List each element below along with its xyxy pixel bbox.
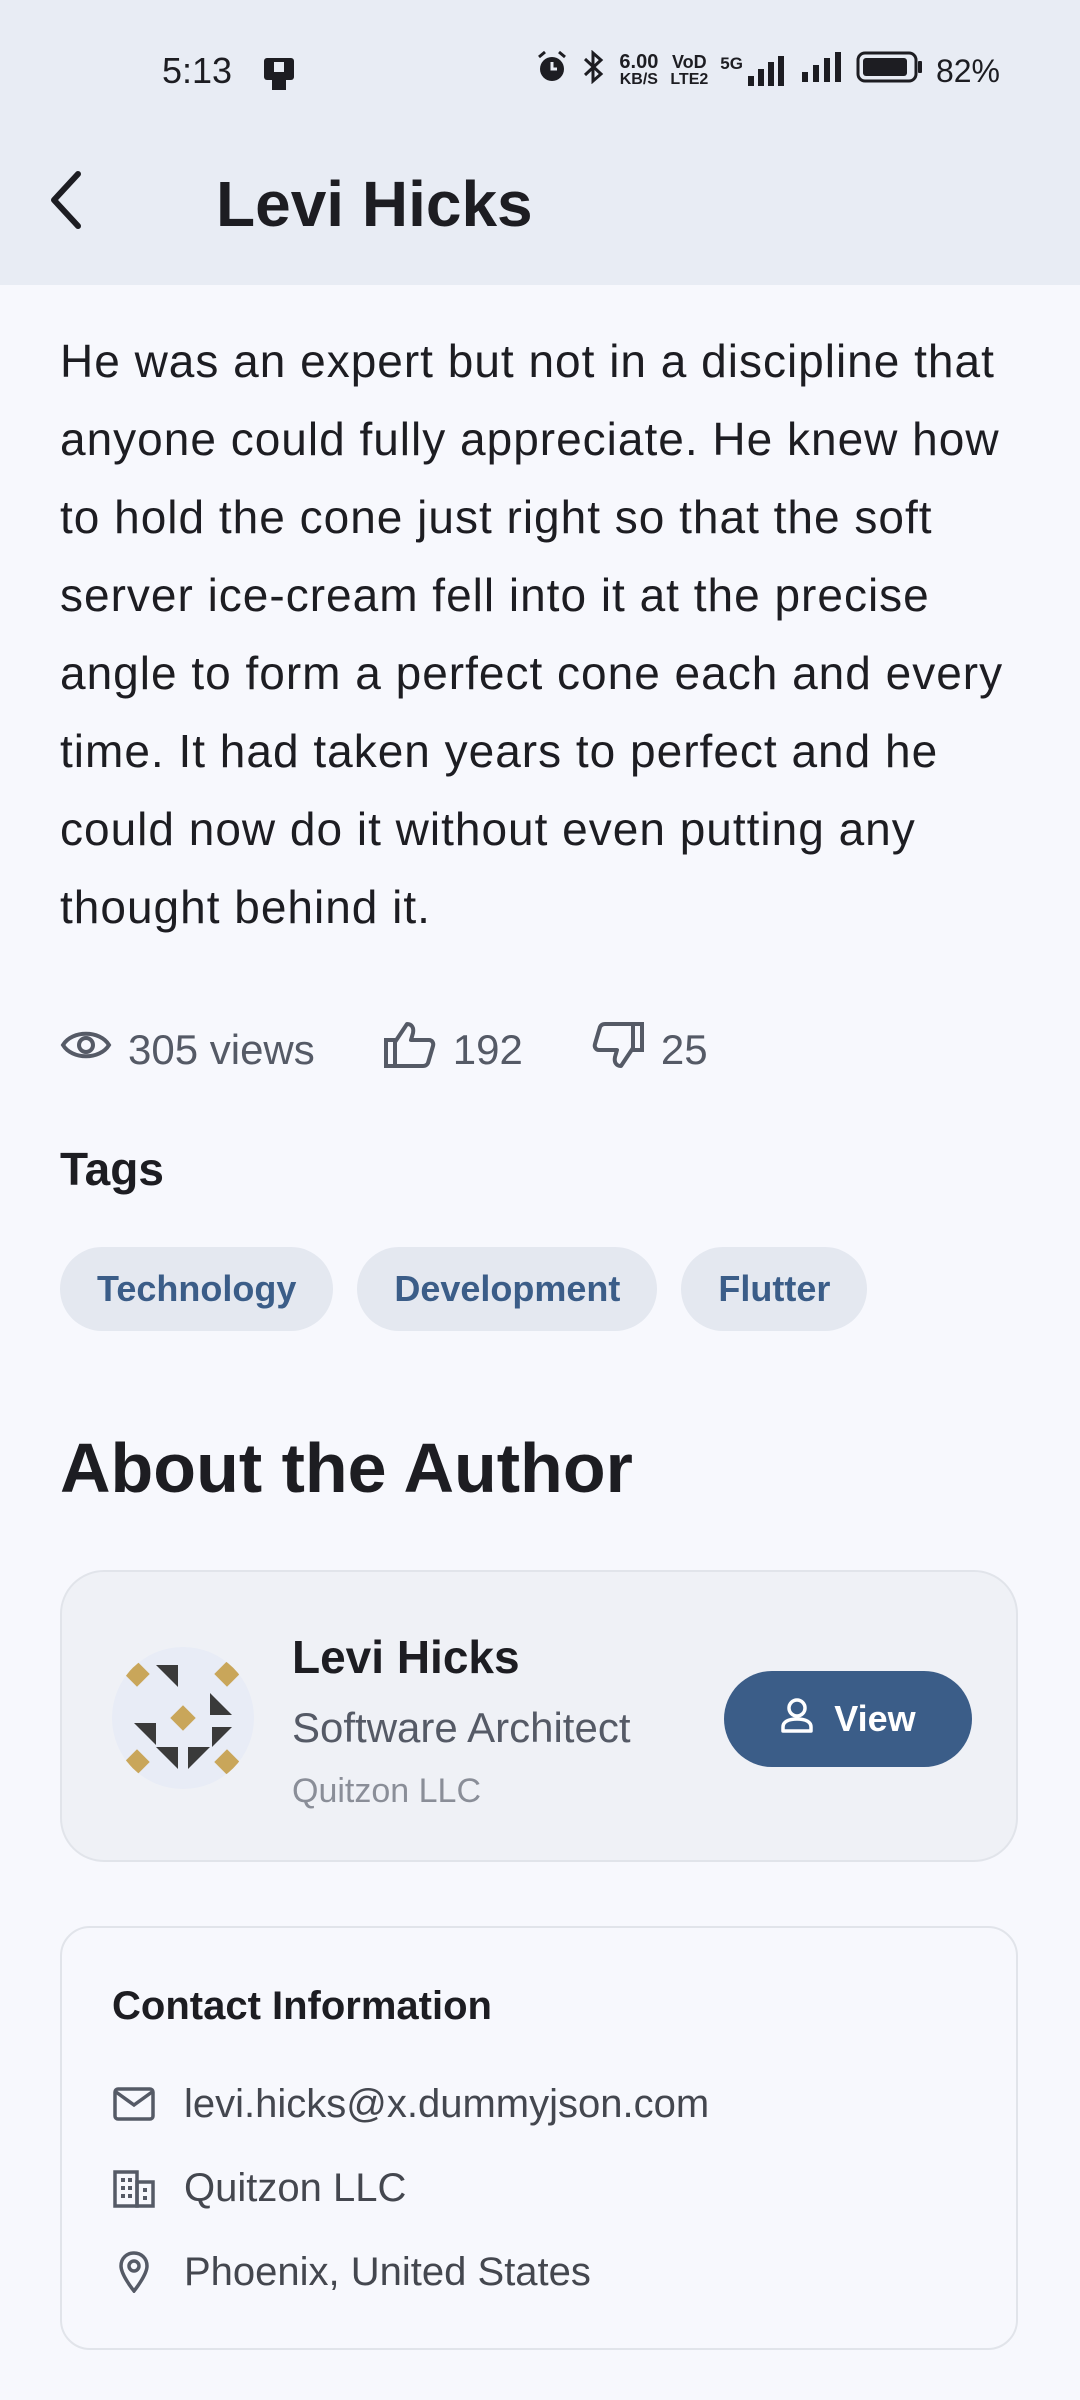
likes-count: 192 xyxy=(452,1026,523,1073)
tags-heading: Tags xyxy=(60,1143,164,1195)
dislikes-count: 25 xyxy=(660,1026,708,1073)
contact-email: levi.hicks@x.dummyjson.com xyxy=(184,2081,710,2126)
contact-company: Quitzon LLC xyxy=(184,2165,407,2210)
tag-chip-flutter[interactable]: Flutter xyxy=(681,1247,868,1331)
dislikes-stat[interactable]: 25 xyxy=(591,1020,708,1080)
building-icon xyxy=(112,2166,156,2210)
view-profile-button[interactable]: View xyxy=(724,1671,972,1767)
avatar xyxy=(112,1647,254,1789)
thumbs-up-icon xyxy=(383,1020,437,1080)
alarm-icon xyxy=(535,50,569,92)
battery-icon xyxy=(856,50,924,92)
contact-location-row: Phoenix, United States xyxy=(112,2242,591,2302)
status-bar: 5:13 6.00 KB/S VoD LTE2 5G 82% xyxy=(0,0,1080,140)
status-icons: 6.00 KB/S VoD LTE2 5G 82% xyxy=(535,48,1000,94)
author-card: Levi Hicks Software Architect Quitzon LL… xyxy=(60,1570,1018,1862)
bluetooth-icon xyxy=(581,49,607,92)
thumbs-down-icon xyxy=(591,1020,645,1080)
location-pin-icon xyxy=(112,2250,156,2294)
signal-5g-icon: 5G xyxy=(720,54,788,88)
back-arrow-icon xyxy=(44,168,88,237)
page-title: Levi Hicks xyxy=(216,168,533,240)
tag-chip-technology[interactable]: Technology xyxy=(60,1247,334,1331)
post-body: He was an expert but not in a discipline… xyxy=(60,335,1004,933)
contact-location: Phoenix, United States xyxy=(184,2249,591,2294)
author-role: Software Architect xyxy=(292,1704,631,1751)
likes-stat[interactable]: 192 xyxy=(383,1020,523,1080)
battery-percent: 82% xyxy=(935,52,1000,89)
signal-icon xyxy=(800,50,844,92)
contact-email-row[interactable]: levi.hicks@x.dummyjson.com xyxy=(112,2074,709,2134)
contact-title: Contact Information xyxy=(112,1984,492,2028)
person-icon xyxy=(780,1697,814,1742)
app-bar: Levi Hicks xyxy=(0,140,1080,285)
eye-icon xyxy=(60,1025,112,1075)
tag-chip-development[interactable]: Development xyxy=(357,1247,658,1331)
post-stats: 305 views 192 25 xyxy=(60,1018,776,1082)
contact-company-row: Quitzon LLC xyxy=(112,2158,406,2218)
author-name: Levi Hicks xyxy=(292,1631,520,1683)
notification-icon xyxy=(262,56,296,97)
contact-card: Contact Information levi.hicks@x.dummyjs… xyxy=(60,1926,1018,2350)
views-count: 305 views xyxy=(128,1026,315,1073)
volte-indicator: VoD LTE2 xyxy=(670,52,709,88)
about-author-heading: About the Author xyxy=(60,1429,633,1507)
status-time: 5:13 xyxy=(162,50,233,91)
author-company: Quitzon LLC xyxy=(292,1772,481,1810)
view-button-label: View xyxy=(834,1698,916,1739)
views-stat: 305 views xyxy=(60,1025,315,1075)
tag-list: Technology Development Flutter xyxy=(60,1247,868,1331)
back-button[interactable] xyxy=(34,170,98,234)
network-speed: 6.00 KB/S xyxy=(619,51,659,88)
mail-icon xyxy=(112,2082,156,2126)
